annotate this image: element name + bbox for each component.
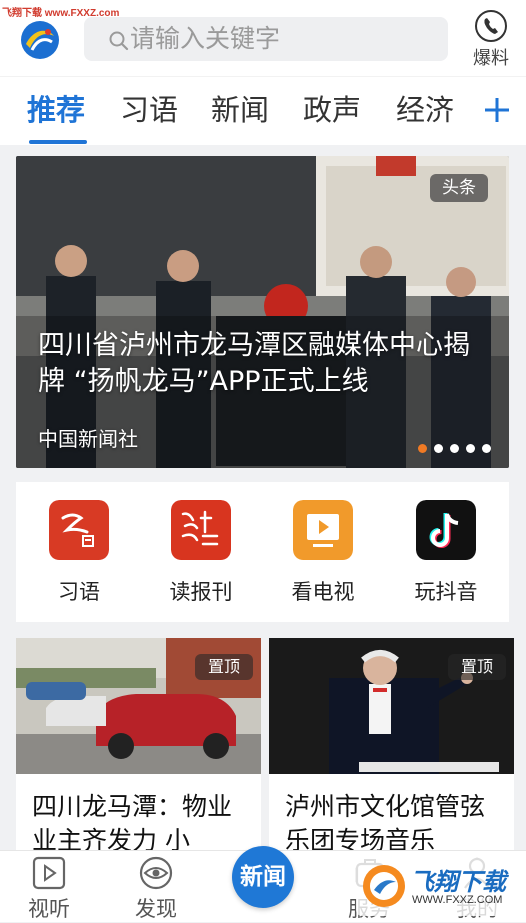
tab-news[interactable]: 新闻 — [211, 88, 269, 132]
service-label[interactable]: 习语 — [24, 576, 134, 606]
watermark-logo-text: 飞翔下载 — [410, 869, 506, 896]
carousel-dot[interactable] — [482, 444, 491, 453]
add-tab-icon[interactable] — [482, 88, 512, 132]
phone-icon[interactable] — [470, 8, 512, 48]
carousel-dot[interactable] — [434, 444, 443, 453]
news-center-button[interactable]: 新闻 — [232, 846, 294, 908]
nav-label-shiting[interactable]: 视听 — [14, 893, 84, 923]
active-tab-indicator — [29, 140, 87, 144]
tab-economy[interactable]: 经济 — [396, 88, 454, 132]
headline-badge: 头条 — [430, 174, 488, 202]
tab-zhengsheng[interactable]: 政声 — [303, 88, 361, 132]
douyin-icon[interactable] — [416, 500, 476, 560]
app-logo — [21, 21, 59, 59]
news-card-title[interactable]: 泸州市文化馆管弦乐团专场音乐 — [285, 790, 500, 858]
play-icon[interactable] — [32, 856, 66, 890]
service-label[interactable]: 玩抖音 — [391, 576, 501, 606]
carousel-dot[interactable] — [466, 444, 475, 453]
hero-source: 中国新闻社 — [38, 427, 138, 451]
tab-recommend[interactable]: 推荐 — [27, 88, 85, 132]
watermark-logo-url: WWW.FXXZ.COM — [412, 894, 503, 906]
hero-banner[interactable] — [16, 156, 509, 468]
pinned-badge: 置顶 — [195, 654, 253, 680]
service-label[interactable]: 看电视 — [268, 576, 378, 606]
baoliao-label[interactable]: 爆料 — [468, 44, 514, 70]
newspaper-icon[interactable] — [171, 500, 231, 560]
tv-icon[interactable] — [293, 500, 353, 560]
eye-icon[interactable] — [138, 856, 174, 890]
watermark-logo: 飞翔下载 WWW.FXXZ.COM — [356, 858, 516, 916]
pinned-badge: 置顶 — [448, 654, 506, 680]
service-label[interactable]: 读报刊 — [146, 576, 256, 606]
hero-photo — [16, 156, 509, 468]
carousel-dot[interactable] — [450, 444, 459, 453]
tab-xiyu[interactable]: 习语 — [120, 88, 178, 132]
hero-title[interactable]: 四川省泸州市龙马潭区融媒体中心揭牌 “扬帆龙马”APP正式上线 — [38, 328, 488, 400]
search-icon — [109, 31, 129, 51]
carousel-dot[interactable] — [418, 444, 427, 453]
watermark-logo-icon — [363, 865, 405, 907]
search-placeholder[interactable]: 请输入关键字 — [130, 21, 280, 57]
nav-label-faxian[interactable]: 发现 — [121, 893, 191, 923]
xiyu-icon[interactable] — [49, 500, 109, 560]
news-card-title[interactable]: 四川龙马潭：物业业主齐发力 小 — [32, 790, 247, 858]
